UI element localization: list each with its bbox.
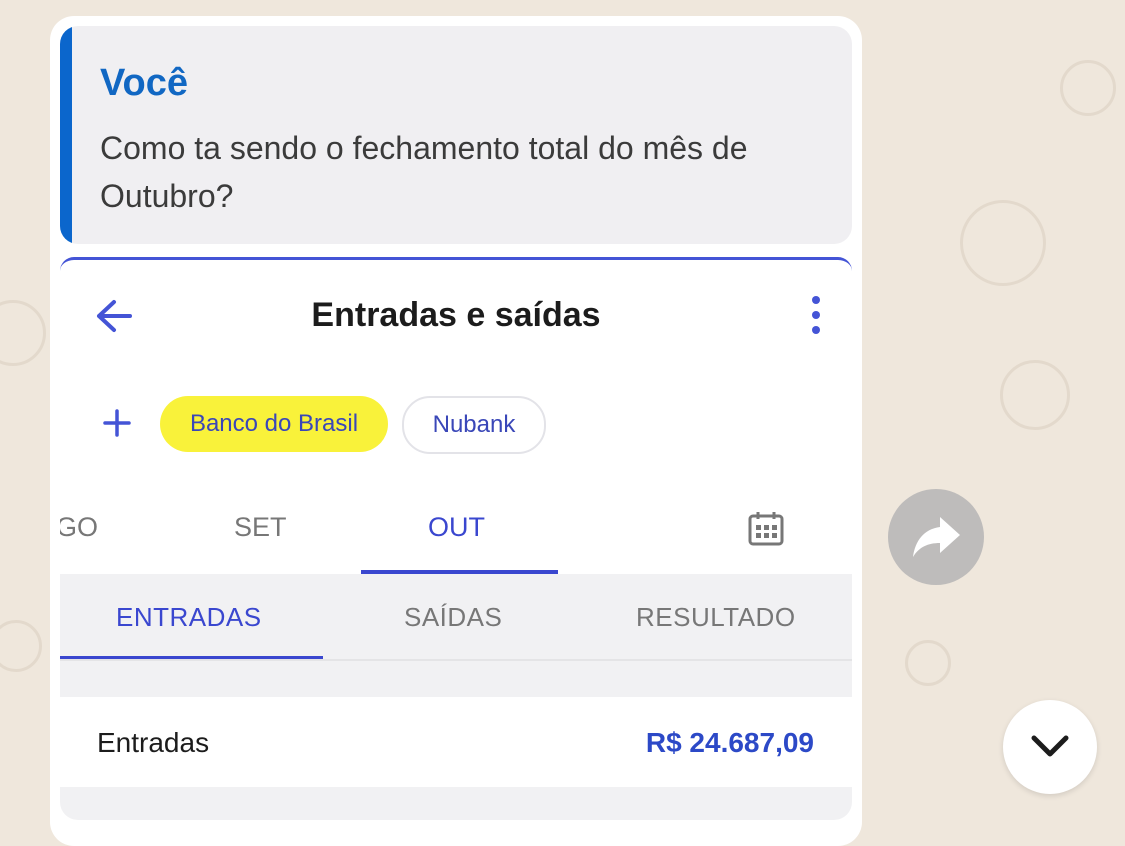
account-chip-nubank[interactable]: Nubank [402,396,546,454]
plus-icon[interactable] [102,408,132,438]
forward-button[interactable] [888,489,984,585]
tab-resultado[interactable]: RESULTADO [636,602,796,633]
calendar-icon[interactable] [748,510,784,546]
tab-bar: ENTRADAS SAÍDAS RESULTADO [60,574,852,660]
wallpaper-doodle [0,300,46,366]
section-gap [60,787,852,820]
screen-title: Entradas e saídas [311,296,601,334]
wallpaper-doodle [960,200,1046,286]
month-tab-set[interactable]: SET [234,512,287,543]
chevron-down-icon [1031,735,1069,757]
quote-author: Você [100,62,189,104]
tab-saidas[interactable]: SAÍDAS [404,602,502,633]
tab-entradas[interactable]: ENTRADAS [116,602,262,633]
month-tab-ago[interactable]: GO [60,512,98,543]
wallpaper-doodle [905,640,951,686]
quote-text: Como ta sendo o fechamento total do mês … [100,130,748,214]
quote-accent-bar [60,26,72,244]
month-tab-out[interactable]: OUT [428,512,485,543]
quoted-message[interactable]: Você Como ta sendo o fechamento total do… [60,26,852,244]
wallpaper-doodle [1000,360,1070,430]
month-selector: GO SET OUT [60,512,852,572]
row-label: Entradas [97,727,210,758]
scroll-down-button[interactable] [1003,700,1097,794]
summary-row[interactable]: Entradas R$ 24.687,09 [60,697,852,787]
row-value: R$ 24.687,09 [645,727,814,758]
wallpaper-doodle [1060,60,1116,116]
section-gap [60,661,852,697]
image-attachment[interactable]: Entradas e saídas Banco do Brasil Nubank… [60,257,852,820]
kebab-menu-icon[interactable] [810,296,822,336]
forward-icon [913,517,960,557]
account-chip-banco-do-brasil[interactable]: Banco do Brasil [160,396,388,452]
wallpaper-doodle [0,620,42,672]
